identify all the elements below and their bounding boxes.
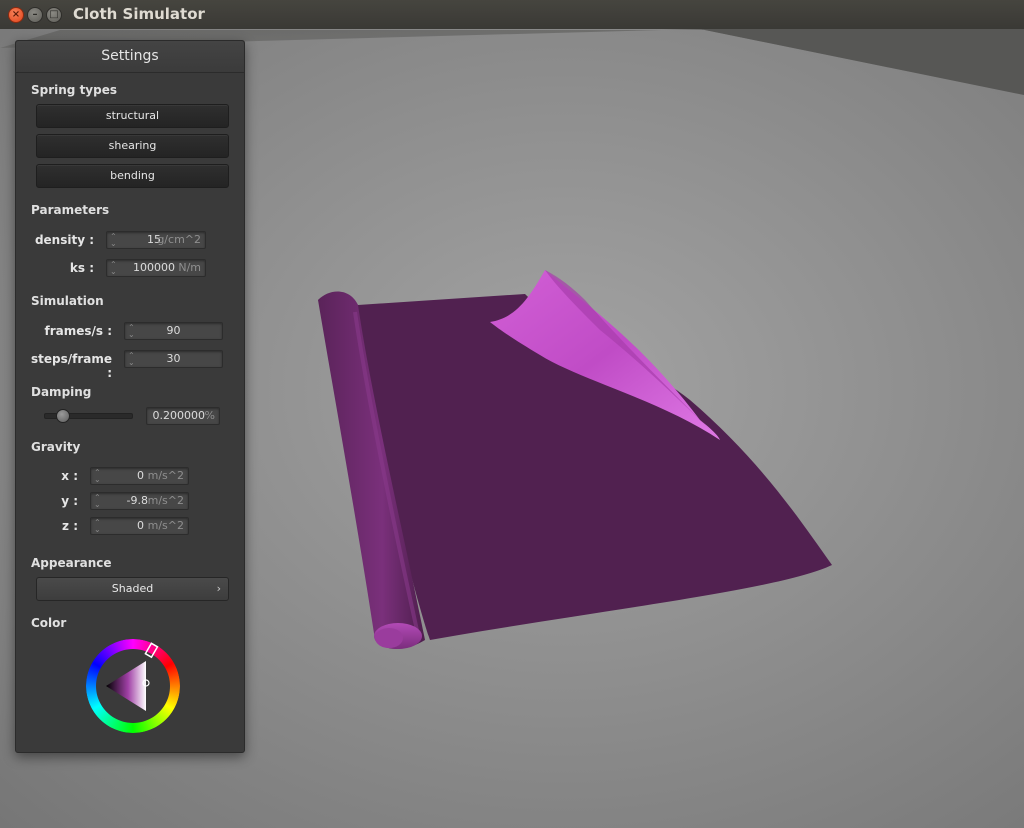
damping-field[interactable]: 0.200000 % [146, 407, 220, 425]
window-title: Cloth Simulator [73, 5, 205, 23]
gravity-z-field[interactable]: ⌃ ⌄ 0 m/s^2 [90, 517, 189, 535]
spinner-icon[interactable]: ⌃ ⌄ [110, 261, 117, 276]
fps-label: frames/s : [44, 324, 112, 338]
steps-label: steps/frame : [30, 352, 112, 380]
gravity-heading: Gravity [31, 440, 81, 454]
gravity-x-unit: m/s^2 [147, 469, 184, 482]
ks-field[interactable]: ⌃ ⌄ 100000 N/m [106, 259, 206, 277]
settings-panel: Settings Spring types structural shearin… [15, 40, 245, 753]
damping-value: 0.200000 [152, 409, 206, 422]
gravity-y-value: -9.8 [126, 494, 148, 507]
damping-unit: % [204, 409, 215, 422]
bending-button[interactable]: bending [36, 164, 229, 188]
gravity-z-unit: m/s^2 [147, 519, 184, 532]
damping-heading: Damping [31, 385, 92, 399]
damping-slider[interactable] [44, 409, 133, 423]
steps-field[interactable]: ⌃ ⌄ 30 [124, 350, 223, 368]
simulation-heading: Simulation [31, 294, 104, 308]
maximize-window-icon[interactable]: □ [46, 7, 62, 23]
steps-value: 30 [166, 352, 181, 365]
spinner-icon[interactable]: ⌃ ⌄ [110, 233, 117, 248]
density-field[interactable]: ⌃ ⌄ 15 g/cm^2 [106, 231, 206, 249]
gravity-y-field[interactable]: ⌃ ⌄ -9.8 m/s^2 [90, 492, 189, 510]
gravity-x-label: x : [61, 469, 78, 483]
gravity-x-value: 0 [137, 469, 144, 482]
appearance-selected: Shaded [111, 582, 154, 595]
fps-field[interactable]: ⌃ ⌄ 90 [124, 322, 223, 340]
color-heading: Color [31, 616, 67, 630]
gravity-x-field[interactable]: ⌃ ⌄ 0 m/s^2 [90, 467, 189, 485]
title-bar: × – □ Cloth Simulator [0, 0, 1024, 30]
damping-slider-handle[interactable] [56, 409, 70, 423]
color-triangle[interactable] [106, 661, 146, 711]
gravity-y-label: y : [61, 494, 78, 508]
gravity-z-value: 0 [137, 519, 144, 532]
fps-value: 90 [166, 324, 181, 337]
density-label: density : [34, 233, 94, 247]
chevron-right-icon: › [216, 582, 221, 595]
spinner-icon[interactable]: ⌃ ⌄ [94, 469, 101, 484]
ks-label: ks : [69, 261, 94, 275]
spring-types-heading: Spring types [31, 83, 118, 97]
structural-button[interactable]: structural [36, 104, 229, 128]
parameters-heading: Parameters [31, 203, 110, 217]
minimize-window-icon[interactable]: – [27, 7, 43, 23]
color-wheel[interactable] [86, 639, 180, 733]
gravity-y-unit: m/s^2 [147, 494, 184, 507]
spinner-icon[interactable]: ⌃ ⌄ [94, 494, 101, 509]
panel-title: Settings [16, 41, 244, 73]
ks-value: 100000 [133, 261, 175, 274]
appearance-dropdown[interactable]: Shaded › [36, 577, 229, 601]
close-window-icon[interactable]: × [8, 7, 24, 23]
ks-unit: N/m [178, 261, 201, 274]
gravity-z-label: z : [62, 519, 78, 533]
appearance-heading: Appearance [31, 556, 112, 570]
density-unit: g/cm^2 [157, 233, 201, 246]
spinner-icon[interactable]: ⌃ ⌄ [94, 519, 101, 534]
shearing-button[interactable]: shearing [36, 134, 229, 158]
